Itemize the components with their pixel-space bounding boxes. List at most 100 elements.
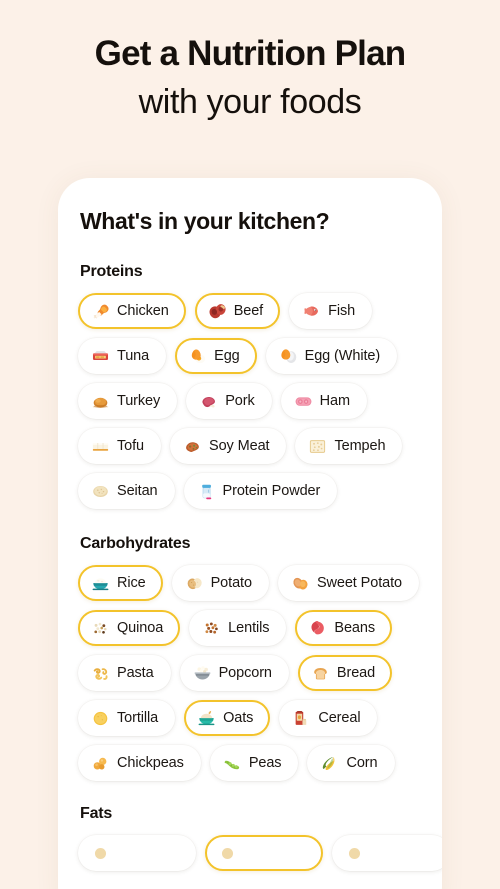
chip-oats[interactable]: Oats xyxy=(184,700,271,736)
sweet-potato-icon xyxy=(291,574,310,593)
chip-label: Pork xyxy=(225,393,255,409)
chip-row: Pasta Popcorn Bread xyxy=(76,655,424,691)
fish-icon xyxy=(302,302,321,321)
chip-label: Bread xyxy=(336,665,376,681)
chip-label: Soy Meat xyxy=(209,438,270,454)
chip-potato[interactable]: Potato xyxy=(171,565,269,601)
rice-bowl-icon xyxy=(91,574,110,593)
chip-ham[interactable]: Ham xyxy=(280,383,367,419)
chip-label: Turkey xyxy=(117,393,161,409)
chip-tempeh[interactable]: Tempeh xyxy=(295,428,403,464)
chip-row: Tofu Soy Meat Tempeh xyxy=(76,428,424,464)
chip-row: Seitan Protein Powder xyxy=(76,473,424,509)
headline-secondary: with your foods xyxy=(138,83,362,122)
chip-label: Beef xyxy=(233,303,264,319)
chip-peas[interactable]: Peas xyxy=(209,745,299,781)
chip-row: Tortilla Oats Cereal xyxy=(76,700,424,736)
chip-label: Chicken xyxy=(117,303,169,319)
chip-label: Beans xyxy=(334,620,376,636)
popcorn-bowl-icon xyxy=(193,664,212,683)
card-title: What's in your kitchen? xyxy=(80,208,330,234)
headline-block: Get a Nutrition Plan with your foods xyxy=(0,0,500,126)
chip-label: Tofu xyxy=(117,438,145,454)
chip-label: Ham xyxy=(319,393,350,409)
chip-item[interactable] xyxy=(205,835,323,871)
section-title-fats: Fats xyxy=(80,805,113,822)
soy-meat-icon xyxy=(183,437,202,456)
chip-beef[interactable]: Beef xyxy=(194,293,281,329)
chip-soy-meat[interactable]: Soy Meat xyxy=(170,428,287,464)
chip-beans[interactable]: Beans xyxy=(295,610,393,646)
chip-item[interactable] xyxy=(332,835,442,871)
chip-label: Egg (White) xyxy=(304,348,381,364)
chip-quinoa[interactable]: Quinoa xyxy=(78,610,181,646)
chip-row: Chickpeas Peas Corn xyxy=(76,745,424,781)
chip-label: Chickpeas xyxy=(117,755,184,771)
chip-row: Chicken Beef Fish xyxy=(76,293,424,329)
chip-sweet-potato[interactable]: Sweet Potato xyxy=(277,565,419,601)
pasta-icon xyxy=(91,664,110,683)
chip-label: Corn xyxy=(346,755,378,771)
egg-icon xyxy=(188,347,207,366)
chip-popcorn[interactable]: Popcorn xyxy=(179,655,289,691)
chip-row: Quinoa Lentils Beans xyxy=(76,610,424,646)
quinoa-grains-icon xyxy=(91,619,110,638)
chip-label: Egg xyxy=(214,348,240,364)
lentils-icon xyxy=(202,619,221,638)
chip-row xyxy=(76,835,442,871)
chip-row: Rice Potato Sweet Potato xyxy=(76,565,424,601)
protein-shaker-icon xyxy=(197,482,216,501)
chip-label: Lentils xyxy=(228,620,270,636)
fat-item-icon xyxy=(91,844,110,863)
chip-tuna[interactable]: Tuna xyxy=(78,338,167,374)
tempeh-icon xyxy=(308,437,327,456)
chip-egg[interactable]: Egg xyxy=(175,338,257,374)
section-title-carbohydrates: Carbohydrates xyxy=(80,535,191,552)
chip-rows-fats xyxy=(76,835,442,871)
chip-tofu[interactable]: Tofu xyxy=(78,428,162,464)
chip-label: Cereal xyxy=(318,710,361,726)
chip-label: Tortilla xyxy=(117,710,159,726)
chip-pasta[interactable]: Pasta xyxy=(78,655,171,691)
beef-cut-icon xyxy=(208,302,227,321)
chip-chickpeas[interactable]: Chickpeas xyxy=(78,745,201,781)
chip-corn[interactable]: Corn xyxy=(307,745,395,781)
peas-pod-icon xyxy=(223,754,242,773)
turkey-icon xyxy=(91,392,110,411)
chip-turkey[interactable]: Turkey xyxy=(78,383,178,419)
chip-chicken[interactable]: Chicken xyxy=(78,293,186,329)
kitchen-card: What's in your kitchen? Proteins Chicken B… xyxy=(58,178,442,889)
chip-row: Turkey Pork Ham xyxy=(76,383,424,419)
chip-label: Rice xyxy=(117,575,146,591)
chip-label: Popcorn xyxy=(218,665,272,681)
chip-bread[interactable]: Bread xyxy=(297,655,393,691)
chip-pork[interactable]: Pork xyxy=(186,383,272,419)
chip-seitan[interactable]: Seitan xyxy=(78,473,175,509)
chip-label: Seitan xyxy=(117,483,158,499)
chip-rows-proteins: Chicken Beef Fish Tuna Egg Egg (White) Turkey P… xyxy=(76,293,424,509)
chip-label: Sweet Potato xyxy=(316,575,402,591)
sections-host: Proteins Chicken Beef Fish Tuna Egg Egg (White… xyxy=(76,263,442,871)
pork-cut-icon xyxy=(199,392,218,411)
chip-protein-powder[interactable]: Protein Powder xyxy=(183,473,338,509)
chip-tortilla[interactable]: Tortilla xyxy=(78,700,176,736)
canned-tuna-icon xyxy=(91,347,110,366)
potato-icon xyxy=(185,574,204,593)
section-carbohydrates: Carbohydrates Rice Potato Sweet Potato Quino… xyxy=(76,535,424,781)
ham-icon xyxy=(294,392,313,411)
chip-cereal[interactable]: Cereal xyxy=(279,700,378,736)
chip-label: Quinoa xyxy=(117,620,164,636)
fat-item-icon xyxy=(345,844,364,863)
chip-lentils[interactable]: Lentils xyxy=(189,610,287,646)
chip-fish[interactable]: Fish xyxy=(289,293,373,329)
chip-rice[interactable]: Rice xyxy=(78,565,163,601)
chip-row: Tuna Egg Egg (White) xyxy=(76,338,424,374)
chip-label: Oats xyxy=(223,710,254,726)
beans-icon xyxy=(308,619,327,638)
chip-label: Protein Powder xyxy=(222,483,321,499)
chip-item[interactable] xyxy=(78,835,196,871)
tofu-block-icon xyxy=(91,437,110,456)
chip-label: Fish xyxy=(328,303,356,319)
chip-egg-white[interactable]: Egg (White) xyxy=(265,338,398,374)
section-proteins: Proteins Chicken Beef Fish Tuna Egg Egg (White… xyxy=(76,263,424,509)
